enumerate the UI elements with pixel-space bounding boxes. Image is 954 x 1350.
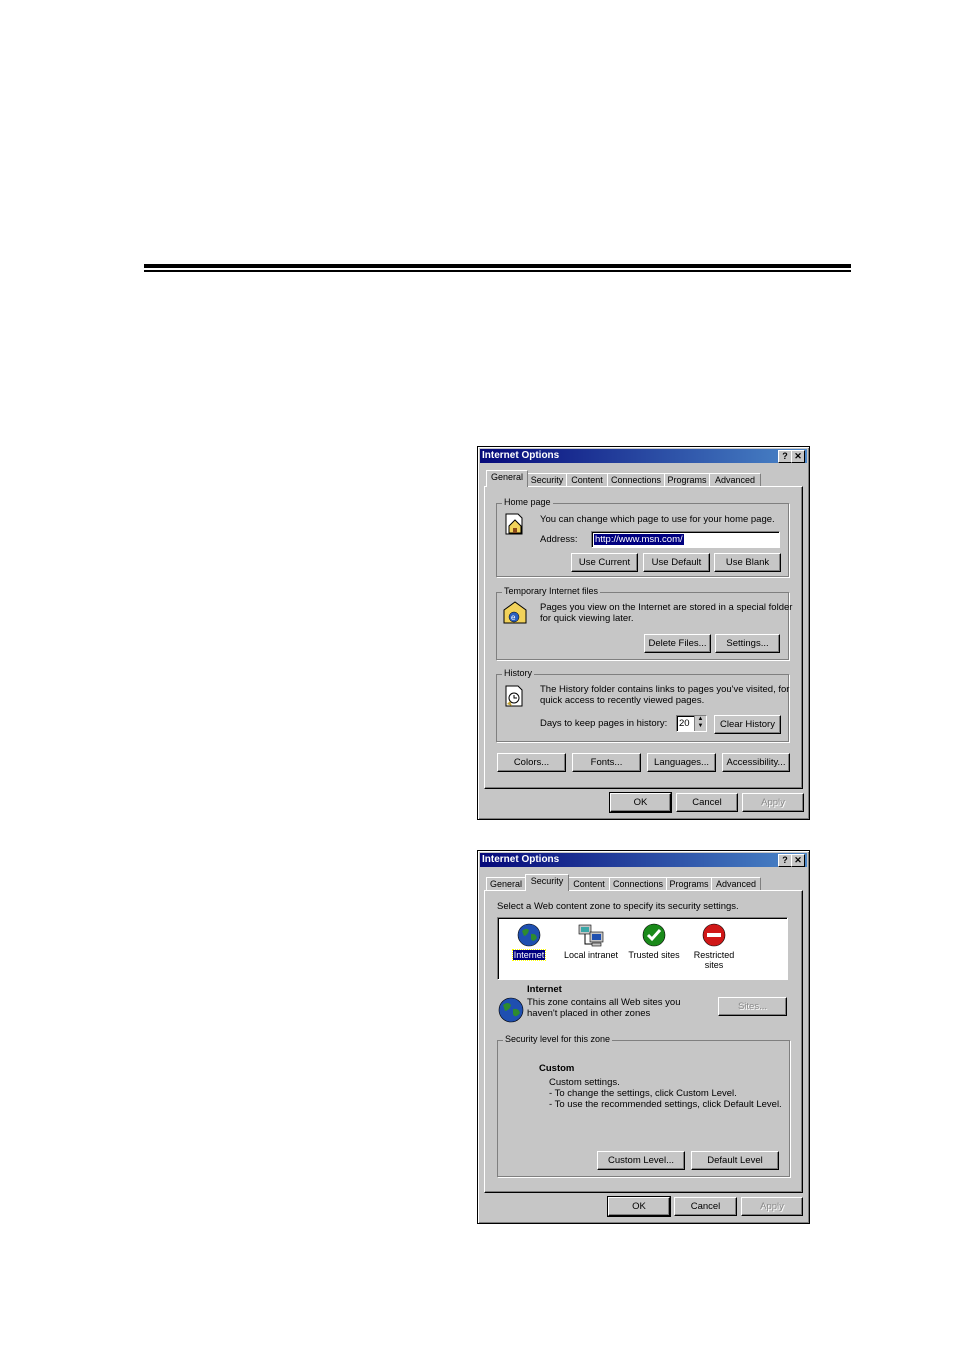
green-check-icon [642, 923, 666, 947]
address-label: Address: [540, 534, 578, 545]
globe-icon [517, 923, 541, 947]
red-no-entry-icon [702, 923, 726, 947]
history-icon [505, 685, 523, 707]
tab-general[interactable]: General [486, 877, 526, 891]
zone-description-2: haven't placed in other zones [527, 1008, 651, 1019]
help-button[interactable]: ? [778, 450, 792, 463]
days-label: Days to keep pages in history: [540, 718, 668, 729]
languages-button[interactable]: Languages... [647, 753, 716, 772]
zone-description-1: This zone contains all Web sites you [527, 997, 681, 1008]
address-value: http://www.msn.com/ [594, 534, 684, 545]
stepper-arrows-icon[interactable]: ▲ ▼ [694, 716, 706, 731]
group-label: Temporary Internet files [502, 586, 601, 596]
use-default-button[interactable]: Use Default [643, 553, 710, 572]
tab-general[interactable]: General [486, 470, 528, 487]
tab-panel: Home page You can change which page to u… [484, 486, 803, 789]
history-group: History The History folder contains link… [496, 668, 790, 742]
title-bar[interactable]: Internet Options ? ✕ [480, 449, 807, 463]
heading-rule-thin [144, 270, 851, 272]
fonts-button[interactable]: Fonts... [572, 753, 641, 772]
title-bar[interactable]: Internet Options ? ✕ [480, 853, 807, 867]
security-level-line-1: Custom settings. [549, 1077, 620, 1088]
tab-connections[interactable]: Connections [607, 473, 665, 487]
zone-label-line2: sites [704, 960, 724, 970]
ok-button[interactable]: OK [607, 1196, 671, 1217]
cancel-button[interactable]: Cancel [674, 1197, 737, 1216]
home-page-description: You can change which page to use for you… [540, 514, 775, 525]
home-page-group: Home page You can change which page to u… [496, 497, 789, 577]
temp-files-description-2: for quick viewing later. [540, 613, 634, 624]
window-title: Internet Options [482, 450, 560, 461]
clear-history-button[interactable]: Clear History [714, 715, 781, 734]
tab-programs[interactable]: Programs [666, 877, 712, 891]
zone-label: Restricted [693, 950, 735, 960]
history-description-1: The History folder contains links to pag… [540, 684, 790, 695]
home-page-icon [505, 513, 523, 535]
tab-panel: Select a Web content zone to specify its… [484, 890, 803, 1193]
security-level-group: Security level for this zone Custom Cust… [497, 1034, 790, 1177]
zone-label: Trusted sites [628, 950, 680, 960]
zone-name: Internet [527, 984, 562, 995]
zone-instruction: Select a Web content zone to specify its… [497, 901, 739, 912]
internet-options-dialog-security: Internet Options ? ✕ General Security Co… [477, 850, 810, 1224]
tab-advanced[interactable]: Advanced [709, 473, 761, 487]
cancel-button[interactable]: Cancel [676, 793, 738, 812]
custom-level-button[interactable]: Custom Level... [597, 1151, 685, 1170]
tab-content[interactable]: Content [568, 877, 610, 891]
use-current-button[interactable]: Use Current [571, 553, 638, 572]
accessibility-button[interactable]: Accessibility... [722, 753, 790, 772]
group-label: Security level for this zone [503, 1034, 613, 1044]
zone-list[interactable]: Internet Local intranet Trusted sites Re… [497, 917, 788, 980]
heading-rule-thick [144, 264, 851, 268]
days-stepper[interactable]: 20 ▲ ▼ [676, 715, 707, 732]
use-blank-button[interactable]: Use Blank [714, 553, 781, 572]
internet-options-dialog-general: Internet Options ? ✕ General Security Co… [477, 446, 810, 820]
days-value: 20 [679, 718, 690, 729]
colors-button[interactable]: Colors... [497, 753, 566, 772]
sites-button[interactable]: Sites... [718, 997, 787, 1016]
zone-label: Internet [511, 949, 547, 961]
zone-restricted-sites[interactable]: Restricted sites [688, 922, 740, 970]
settings-button[interactable]: Settings... [715, 634, 780, 653]
group-label: Home page [502, 497, 553, 507]
temporary-files-group: Temporary Internet files e Pages you vie… [496, 586, 793, 660]
zone-label: Local intranet [563, 950, 619, 960]
tab-advanced[interactable]: Advanced [711, 877, 761, 891]
close-button[interactable]: ✕ [791, 854, 805, 867]
temp-files-description-1: Pages you view on the Internet are store… [540, 602, 793, 613]
address-input[interactable]: http://www.msn.com/ [591, 531, 780, 548]
network-computers-icon [578, 924, 604, 947]
zone-trusted-sites[interactable]: Trusted sites [626, 922, 682, 960]
ie-folder-icon: e [503, 601, 527, 624]
tab-content[interactable]: Content [566, 473, 608, 487]
default-level-button[interactable]: Default Level [691, 1151, 779, 1170]
apply-button[interactable]: Apply [742, 793, 804, 812]
tab-programs[interactable]: Programs [664, 473, 710, 487]
security-level-line-3: - To use the recommended settings, click… [549, 1099, 782, 1110]
zone-local-intranet[interactable]: Local intranet [560, 922, 622, 960]
tab-security[interactable]: Security [527, 473, 567, 487]
tab-security[interactable]: Security [525, 874, 569, 891]
zone-internet[interactable]: Internet [504, 922, 554, 961]
globe-icon [498, 997, 524, 1023]
ok-button[interactable]: OK [609, 792, 672, 813]
close-button[interactable]: ✕ [791, 450, 805, 463]
help-button[interactable]: ? [778, 854, 792, 867]
window-title: Internet Options [482, 854, 560, 865]
group-label: History [502, 668, 535, 678]
svg-text:e: e [511, 613, 516, 622]
apply-button[interactable]: Apply [741, 1197, 803, 1216]
tab-connections[interactable]: Connections [609, 877, 667, 891]
security-level-line-2: - To change the settings, click Custom L… [549, 1088, 737, 1099]
history-description-2: quick access to recently viewed pages. [540, 695, 705, 706]
security-level-name: Custom [539, 1063, 575, 1074]
delete-files-button[interactable]: Delete Files... [644, 634, 711, 653]
